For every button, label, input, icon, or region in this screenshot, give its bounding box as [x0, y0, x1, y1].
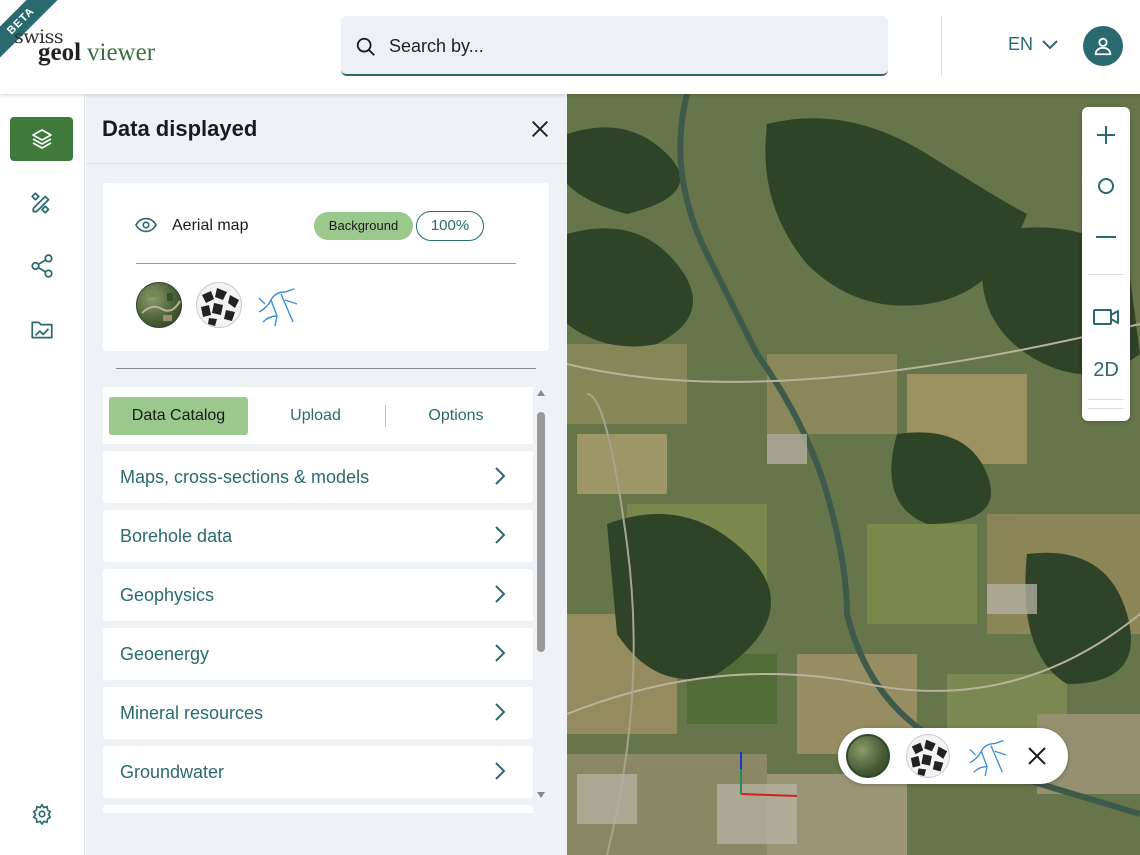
chevron-right-icon	[495, 526, 506, 544]
catalog-item-partial	[103, 805, 533, 813]
chevron-right-icon	[495, 703, 506, 721]
pencil-ruler-icon	[30, 192, 49, 214]
aerial-thumbnail-icon	[141, 291, 181, 321]
catalog-item-borehole[interactable]: Borehole data	[103, 510, 533, 562]
aerial-background-option[interactable]	[846, 734, 890, 778]
plus-icon	[1097, 126, 1115, 144]
catalog-item-geophysics[interactable]: Geophysics	[103, 569, 533, 621]
minus-icon	[1096, 236, 1116, 238]
settings-button[interactable]	[10, 792, 73, 836]
waters-thumbnail-icon	[258, 287, 298, 327]
logo-geol: geol	[38, 39, 82, 66]
video-camera-icon	[1093, 309, 1119, 325]
tab-options[interactable]: Options	[403, 397, 509, 435]
catalog-item-label: Mineral resources	[120, 703, 264, 723]
catalog-item-label: Geophysics	[120, 585, 215, 605]
chevron-right-icon	[495, 644, 506, 662]
layers-button[interactable]	[10, 117, 73, 161]
aerial-background-thumb[interactable]	[136, 282, 182, 328]
background-switcher	[838, 728, 1068, 784]
background-badge: Background	[314, 212, 413, 240]
logo-viewer: viewer	[87, 39, 156, 66]
tab-data-catalog[interactable]: Data Catalog	[109, 397, 248, 435]
layers-icon	[31, 129, 52, 149]
search-input[interactable]	[389, 30, 869, 62]
header-divider	[941, 16, 942, 76]
chevron-right-icon	[495, 467, 506, 485]
catalog-item-groundwater[interactable]: Groundwater	[103, 746, 533, 798]
search-box[interactable]	[341, 16, 888, 76]
panel-divider	[116, 368, 536, 369]
grey-map-background-option[interactable]	[906, 734, 950, 778]
layer-name: Aerial map	[172, 217, 249, 234]
toggle-2d-button[interactable]: 2D	[1082, 350, 1130, 390]
map-navigation-controls: 2D	[1082, 107, 1130, 421]
waters-option-icon	[969, 739, 1007, 777]
scroll-up-icon[interactable]	[536, 389, 546, 397]
side-navigation	[0, 94, 85, 855]
close-icon[interactable]	[1026, 745, 1048, 767]
reset-view-button[interactable]	[1082, 166, 1130, 206]
controls-drag-handle[interactable]	[1088, 399, 1124, 409]
catalog-item-maps[interactable]: Maps, cross-sections & models	[103, 451, 533, 503]
language-selector[interactable]: EN	[1008, 34, 1059, 55]
opacity-badge[interactable]: 100%	[416, 211, 484, 241]
folder-map-icon	[30, 321, 53, 339]
swissgeol-logo[interactable]: swiss geol viewer	[14, 22, 184, 70]
catalog-item-geoenergy[interactable]: Geoenergy	[103, 628, 533, 680]
grey-map-thumbnail-icon	[201, 288, 239, 326]
chevron-right-icon	[495, 585, 506, 603]
tab-divider	[385, 405, 386, 427]
zoom-in-button[interactable]	[1082, 115, 1130, 155]
panel-title: Data displayed	[102, 116, 258, 141]
catalog-item-label: Borehole data	[120, 526, 233, 546]
catalog-item-label: Groundwater	[120, 762, 225, 782]
search-icon	[356, 37, 375, 56]
waters-background-thumb[interactable]	[255, 282, 301, 328]
catalog-tabs: Data Catalog Upload Options	[103, 387, 533, 444]
projects-button[interactable]	[10, 308, 73, 352]
scroll-down-icon[interactable]	[536, 791, 546, 799]
data-panel: Data displayed Aerial map Background 100…	[86, 94, 567, 855]
grey-map-background-thumb[interactable]	[196, 282, 242, 328]
grey-map-option-icon	[910, 739, 948, 777]
camera-button[interactable]	[1082, 297, 1130, 337]
circle-icon	[1098, 178, 1114, 194]
catalog-item-label: Geoenergy	[120, 644, 210, 664]
waters-background-option[interactable]	[966, 734, 1010, 778]
tab-upload[interactable]: Upload	[263, 397, 368, 435]
scrollbar-thumb[interactable]	[537, 412, 545, 652]
controls-divider	[1088, 274, 1124, 275]
language-label: EN	[1008, 34, 1034, 54]
tools-button[interactable]	[10, 181, 73, 225]
close-icon[interactable]	[529, 118, 551, 140]
app-header: BETA swiss geol viewer EN	[0, 0, 1140, 94]
catalog-item-label: Maps, cross-sections & models	[120, 467, 370, 487]
chevron-down-icon	[1042, 39, 1058, 49]
active-layer-card: Aerial map Background 100%	[103, 183, 549, 351]
user-account-button[interactable]	[1083, 26, 1123, 66]
chevron-right-icon	[495, 762, 506, 780]
eye-icon[interactable]	[135, 216, 157, 234]
share-button[interactable]	[10, 244, 73, 288]
share-icon	[30, 254, 53, 278]
card-divider	[136, 263, 516, 264]
zoom-out-button[interactable]	[1082, 217, 1130, 257]
user-icon	[1094, 37, 1112, 56]
catalog-item-mineral-resources[interactable]: Mineral resources	[103, 687, 533, 739]
panel-header: Data displayed	[86, 94, 567, 164]
gear-icon	[32, 803, 51, 825]
